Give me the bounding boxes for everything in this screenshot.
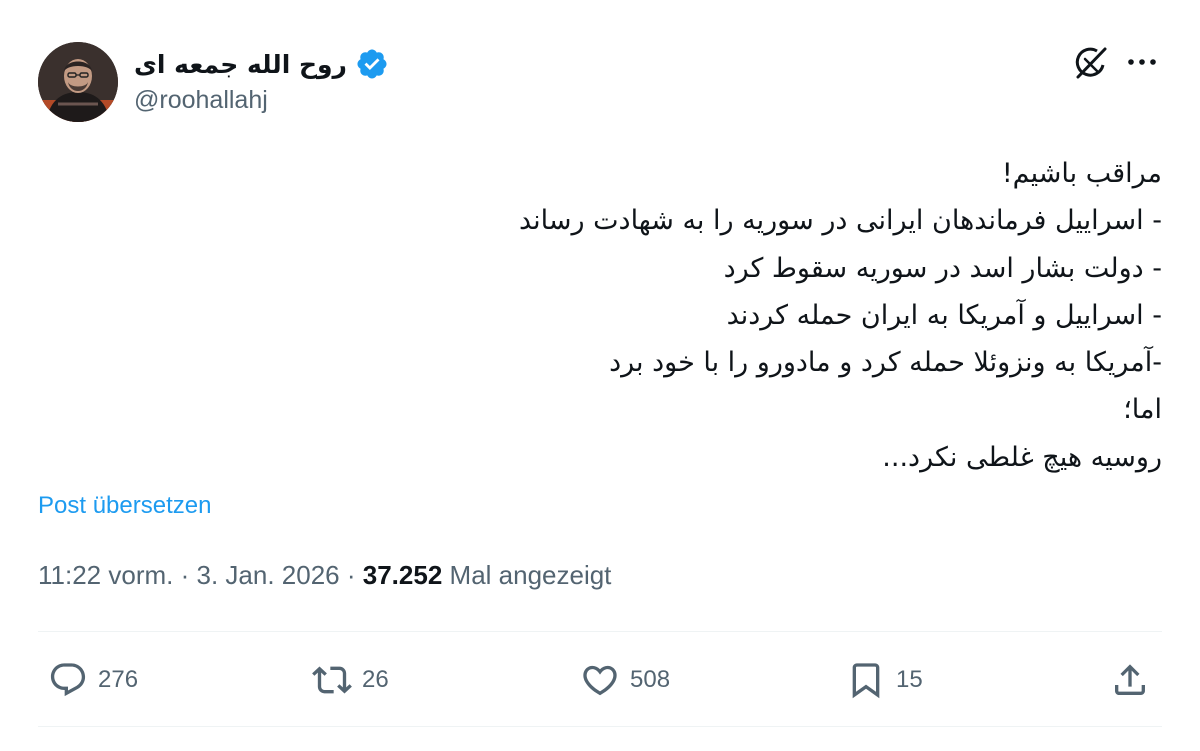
author-display-name[interactable]: روح الله جمعه ای xyxy=(134,50,347,79)
author-name-row[interactable]: روح الله جمعه ای xyxy=(134,46,389,82)
bookmark-button[interactable]: 15 xyxy=(846,658,923,702)
avatar[interactable] xyxy=(38,42,118,122)
tweet-text-line: مراقب باشیم! xyxy=(1001,158,1162,189)
share-button[interactable] xyxy=(1110,658,1150,702)
avatar-image xyxy=(38,42,118,122)
tweet-text: مراقب باشیم! - اسراییل فرماندهان ایرانی … xyxy=(380,150,1162,481)
views-label: Mal angezeigt xyxy=(449,560,612,590)
meta-separator: · xyxy=(180,560,190,590)
more-icon[interactable] xyxy=(1124,48,1160,76)
like-button[interactable]: 508 xyxy=(580,658,670,702)
divider xyxy=(38,631,1162,632)
like-icon xyxy=(583,665,617,696)
tweet-text-line: - اسراییل فرماندهان ایرانی در سوریه را ب… xyxy=(518,205,1162,237)
retweet-icon xyxy=(312,666,352,694)
retweet-count: 26 xyxy=(362,666,389,693)
like-count: 508 xyxy=(630,666,671,693)
post-meta: 11:22 vorm. · 3. Jan. 2026 · 37.252 Mal … xyxy=(38,560,611,591)
verified-badge-icon xyxy=(357,49,387,79)
tweet-card: روح الله جمعه ای @roohallahj مراقب باشیم… xyxy=(0,0,1200,751)
grok-icon[interactable] xyxy=(1071,43,1111,83)
retweet-button[interactable]: 26 xyxy=(312,658,389,702)
tweet-text-line: -آمریکا به ونزوئلا حمله کرد و مادورو را … xyxy=(609,347,1162,379)
tweet-text-line: - اسراییل و آمریکا به ایران حمله کردند xyxy=(726,299,1162,331)
view-count: 37.252 xyxy=(362,560,443,590)
translate-post-link[interactable]: Post übersetzen xyxy=(38,492,211,520)
reply-button[interactable]: 276 xyxy=(48,658,138,702)
author-handle[interactable]: @roohallahj xyxy=(134,86,268,115)
meta-separator: · xyxy=(346,560,356,590)
post-date[interactable]: 3. Jan. 2026 xyxy=(197,560,340,590)
tweet-text-line: روسیه هیچ غلطی نکرد... xyxy=(882,441,1162,473)
post-time[interactable]: 11:22 vorm. xyxy=(38,560,173,590)
reply-icon xyxy=(50,663,86,697)
bookmark-count: 15 xyxy=(896,666,923,693)
tweet-text-line: - دولت بشار اسد در سوریه سقوط کرد xyxy=(723,252,1162,284)
bookmark-icon xyxy=(852,663,880,699)
reply-count: 276 xyxy=(98,666,139,693)
tweet-text-line: اما؛ xyxy=(1123,394,1162,426)
divider xyxy=(38,726,1162,727)
share-icon xyxy=(1115,664,1145,695)
